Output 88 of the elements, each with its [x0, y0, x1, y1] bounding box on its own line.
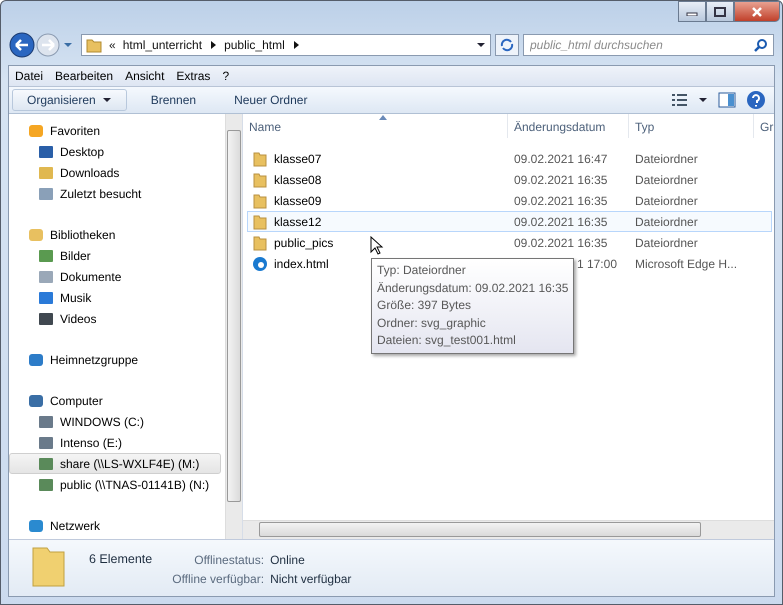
breadcrumb-overflow[interactable]: « [109, 38, 116, 52]
maximize-icon [714, 6, 726, 16]
breadcrumb-item[interactable]: public_html [224, 38, 285, 52]
browser-icon [252, 256, 268, 272]
file-name: public_pics [274, 236, 334, 250]
nav-item[interactable]: Bilder [9, 245, 221, 266]
menu-item[interactable]: Datei [9, 69, 50, 83]
folder-icon [252, 214, 268, 230]
detail-value: Online [270, 553, 306, 567]
toolbar-button[interactable]: Neuer Ordner [220, 90, 322, 110]
file-name: klasse09 [274, 194, 322, 208]
nav-item[interactable]: Bibliotheken [9, 224, 221, 245]
tooltip-line: Typ: Dateiordner [377, 262, 467, 279]
tooltip-line: Dateien: svg_test001.html [377, 332, 517, 349]
tooltip-line: Änderungsdatum: 09.02.2021 16:35 [377, 280, 568, 296]
maximize-button[interactable] [706, 1, 734, 22]
detail-value: Nicht verfügbar [270, 572, 352, 586]
chevron-icon[interactable] [209, 40, 218, 50]
chevron-icon[interactable] [292, 40, 300, 50]
file-name: klasse08 [274, 172, 322, 186]
nav-item[interactable]: Dokumente [9, 266, 221, 287]
column-header[interactable]: Typ [629, 114, 754, 138]
folder-icon [252, 150, 268, 166]
scrollbar[interactable] [243, 520, 774, 539]
nav-item[interactable]: Musik [9, 287, 221, 308]
minimize-button[interactable] [678, 1, 706, 22]
file-name: index.html [274, 256, 329, 270]
toolbar-button[interactable]: Organisieren [12, 89, 127, 111]
address-bar[interactable]: « html_unterricht public_html [81, 34, 491, 56]
nav-item[interactable]: public (\\TNAS-01141B) (N:) [9, 474, 221, 495]
type-cell-text: Dateiordner [634, 172, 699, 186]
type-cell-text: Dateiordner [634, 152, 699, 166]
type-cell-text: Dateiordner [634, 194, 699, 208]
folder-icon [252, 234, 268, 250]
refresh-icon [499, 38, 515, 52]
caret-icon[interactable] [698, 97, 708, 103]
scrollbar[interactable] [225, 114, 242, 539]
view-list-icon[interactable] [672, 93, 688, 107]
mouse-cursor-icon [370, 236, 384, 256]
nav-item[interactable]: Downloads [9, 162, 221, 183]
column-header[interactable]: Gr [754, 114, 774, 138]
search-icon[interactable] [754, 38, 768, 52]
type-cell-text: Dateiordner [634, 214, 699, 228]
tooltip-line: Größe: 397 Bytes [377, 297, 472, 314]
menu-item[interactable]: Ansicht [119, 69, 170, 83]
item-count: 6 Elemente [89, 552, 152, 566]
close-button[interactable] [734, 1, 780, 22]
nav-item[interactable]: Favoriten [9, 120, 221, 141]
date-cell-text: 09.02.2021 16:35 [513, 194, 608, 208]
nav-item[interactable]: Desktop [9, 141, 221, 162]
date-cell-text: 1 17:00 [576, 256, 618, 270]
folder-icon [252, 172, 268, 188]
menu-item[interactable]: Extras [170, 69, 216, 83]
file-name: klasse12 [274, 214, 322, 228]
menu-item[interactable]: ? [216, 69, 236, 83]
nav-item[interactable]: Intenso (E:) [9, 432, 221, 453]
toolbar-button[interactable]: Brennen [136, 90, 210, 110]
type-cell-text: Microsoft Edge H... [634, 256, 738, 270]
nav-item[interactable]: share (\\LS-WXLF4E) (M:) [9, 453, 221, 474]
date-cell-text: 09.02.2021 16:35 [513, 214, 608, 228]
date-cell-text: 09.02.2021 16:47 [513, 152, 608, 166]
preview-pane-icon[interactable] [718, 92, 736, 108]
refresh-button[interactable] [495, 34, 519, 56]
nav-item[interactable]: Heimnetzgruppe [9, 349, 221, 370]
close-icon [751, 6, 763, 16]
nav-item[interactable]: WINDOWS (C:) [9, 411, 221, 432]
tooltip-line: Ordner: svg_graphic [377, 314, 487, 332]
nav-item[interactable]: Computer [9, 390, 221, 411]
detail-label: Offlinestatus: [193, 553, 264, 567]
nav-item[interactable]: Videos [9, 308, 221, 329]
date-cell-text: 09.02.2021 16:35 [513, 236, 608, 250]
menu-item[interactable]: Bearbeiten [49, 69, 120, 83]
date-cell-text: 09.02.2021 16:35 [513, 172, 608, 186]
file-name: klasse07 [274, 152, 322, 166]
caret-icon [102, 97, 112, 103]
type-cell-text: Dateiordner [634, 236, 699, 250]
nav-item[interactable]: Zuletzt besucht [9, 183, 221, 204]
breadcrumb-item[interactable]: html_unterricht [122, 38, 202, 52]
search-field[interactable]: public_html durchsuchen [523, 34, 774, 56]
folder-icon [86, 37, 102, 53]
dropdown-arrow-icon[interactable] [476, 41, 486, 49]
file-row[interactable]: klasse12 09.02.2021 16:35 Dateiordner [247, 211, 772, 232]
detail-label: Offline verfügbar: [172, 572, 264, 586]
nav-item[interactable]: Netzwerk [9, 515, 221, 536]
column-header[interactable]: Änderungsdatum [508, 114, 629, 138]
sort-arrow-icon [379, 115, 387, 120]
help-icon[interactable] [746, 90, 766, 110]
folder-icon [252, 192, 268, 208]
